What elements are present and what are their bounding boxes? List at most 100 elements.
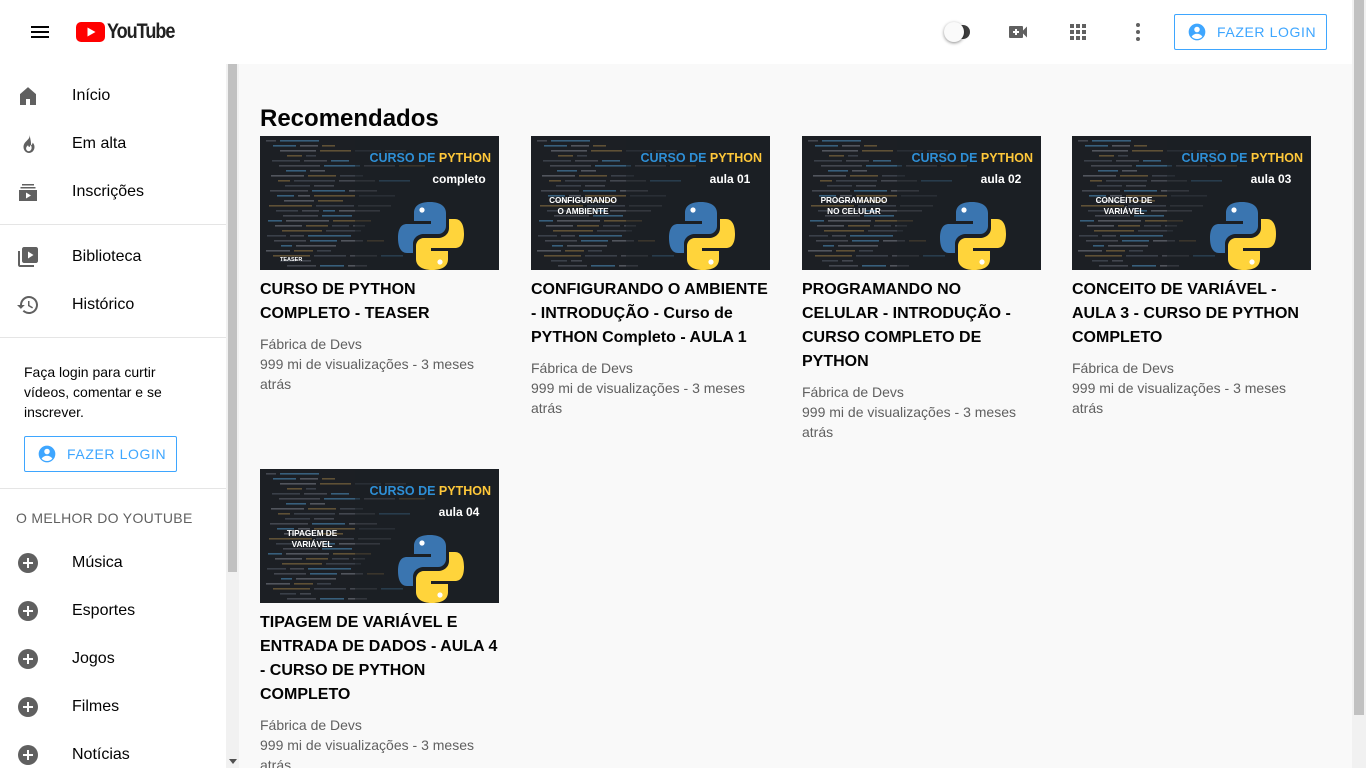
- code-line: [268, 553, 282, 555]
- video-thumbnail[interactable]: CURSO DE PYTHON aula 04 TIPAGEM DE VARIÁVEL: [260, 469, 499, 603]
- video-channel[interactable]: Fábrica de Devs: [531, 358, 770, 378]
- code-line: [816, 240, 848, 242]
- video-title[interactable]: CONFIGURANDO O AMBIENTE - INTRODUÇÃO - C…: [531, 278, 770, 350]
- code-line: [287, 155, 302, 157]
- video-thumbnail[interactable]: CURSO DE PYTHON aula 02 PROGRAMANDO NO CELU…: [802, 136, 1041, 270]
- code-line: [556, 185, 581, 187]
- add-circle-icon: [16, 599, 40, 623]
- thumbnail-subtitle-text: completo: [432, 172, 485, 186]
- sidebar: Início Em alta Inscrições Biblioteca His…: [0, 64, 226, 768]
- sidebar-item-label: Início: [72, 87, 111, 104]
- video-card[interactable]: CURSO DE PYTHON aula 04 TIPAGEM DE VARIÁVEL…: [260, 469, 499, 768]
- code-line: [322, 145, 335, 147]
- subscriptions-icon: [16, 180, 40, 204]
- sidebar-item-label: Jogos: [72, 650, 115, 667]
- video-card[interactable]: CURSO DE PYTHON aula 03 CONCEITO DE VARIÁVE…: [1072, 136, 1311, 418]
- sidebar-item-home[interactable]: Início: [0, 72, 226, 120]
- code-line: [273, 478, 296, 480]
- code-line: [537, 250, 561, 252]
- sidebar-scrollbar-thumb[interactable]: [228, 64, 237, 572]
- sidebar-item-label: Em alta: [72, 135, 127, 152]
- code-line: [300, 145, 318, 147]
- sidebar-item-games[interactable]: Jogos: [0, 635, 226, 683]
- code-line: [1136, 165, 1172, 167]
- code-line: [546, 225, 573, 227]
- code-line: [1124, 190, 1157, 192]
- sidebar-item-trending[interactable]: Em alta: [0, 120, 226, 168]
- page-scrollbar-thumb[interactable]: [1354, 0, 1364, 715]
- code-line: [558, 265, 587, 267]
- code-line: [294, 180, 335, 182]
- create-video-button[interactable]: [998, 12, 1038, 52]
- code-line: [561, 235, 575, 237]
- video-card[interactable]: CURSO DE PYTHON aula 02 PROGRAMANDO NO CELU…: [802, 136, 1041, 442]
- settings-menu-button[interactable]: [1118, 12, 1158, 52]
- code-line: [290, 568, 304, 570]
- sidebar-item-history[interactable]: Histórico: [0, 281, 226, 329]
- sidebar-item-movies[interactable]: Filmes: [0, 683, 226, 731]
- code-line: [838, 245, 878, 247]
- video-thumbnail[interactable]: CURSO DE PYTHON completo TEASER: [260, 136, 499, 270]
- code-line: [1093, 245, 1104, 247]
- video-channel[interactable]: Fábrica de Devs: [1072, 358, 1311, 378]
- video-title[interactable]: PROGRAMANDO NO CELULAR - INTRODUÇÃO - CU…: [802, 278, 1041, 374]
- menu-button[interactable]: [16, 8, 64, 56]
- scroll-down-arrow-icon[interactable]: [229, 759, 237, 764]
- code-line: [331, 493, 349, 495]
- code-line: [1143, 160, 1161, 162]
- code-line: [314, 195, 355, 197]
- sidebar-item-label: Filmes: [72, 698, 120, 715]
- code-line: [583, 190, 616, 192]
- youtube-logo[interactable]: YouTube: [76, 20, 185, 43]
- code-line: [591, 265, 615, 267]
- video-card[interactable]: CURSO DE PYTHON completo TEASER CURSO DE P…: [260, 136, 499, 394]
- video-meta: 999 mi de visualizações - 3 meses atrás: [531, 380, 745, 416]
- account-circle-icon: [1187, 22, 1207, 42]
- theme-toggle[interactable]: [944, 22, 970, 42]
- sidebar-item-news[interactable]: Notícias: [0, 731, 226, 768]
- sidebar-scrollbar[interactable]: [226, 64, 239, 768]
- page-scrollbar[interactable]: [1352, 0, 1366, 768]
- sidebar-item-subscriptions[interactable]: Inscrições: [0, 168, 226, 216]
- video-thumbnail[interactable]: CURSO DE PYTHON aula 03 CONCEITO DE VARIÁVE…: [1072, 136, 1311, 270]
- code-line: [282, 230, 322, 232]
- code-line: [294, 583, 313, 585]
- video-channel[interactable]: Fábrica de Devs: [260, 334, 499, 354]
- thumbnail-header-text: CURSO DE PYTHON: [640, 151, 762, 165]
- sidebar-item-sports[interactable]: Esportes: [0, 587, 226, 635]
- thumbnail-art: CURSO DE PYTHON aula 03 CONCEITO DEVARIÁVE…: [1072, 136, 1311, 270]
- video-channel[interactable]: Fábrica de Devs: [802, 382, 1041, 402]
- code-line: [314, 185, 334, 187]
- video-channel[interactable]: Fábrica de Devs: [260, 715, 499, 735]
- video-thumbnail[interactable]: CURSO DE PYTHON aula 01 CONFIGURANDO O AMBI…: [531, 136, 770, 270]
- code-line: [267, 568, 286, 570]
- sidebar-item-label: Música: [72, 554, 123, 571]
- video-card[interactable]: CURSO DE PYTHON aula 01 CONFIGURANDO O AMBI…: [531, 136, 770, 418]
- code-line: [1092, 140, 1131, 142]
- video-camera-plus-icon: [1009, 26, 1027, 38]
- sidebar-item-label: Notícias: [72, 746, 130, 763]
- code-line: [276, 210, 298, 212]
- sidebar-item-library[interactable]: Biblioteca: [0, 233, 226, 281]
- code-line: [850, 235, 893, 237]
- sidebar-item-music[interactable]: Música: [0, 539, 226, 587]
- login-button-sidebar[interactable]: FAZER LOGIN: [24, 436, 177, 472]
- code-line: [551, 150, 587, 152]
- code-line: [278, 513, 290, 515]
- video-title[interactable]: CONCEITO DE VARIÁVEL - AULA 3 - CURSO DE…: [1072, 278, 1311, 350]
- thumbnail-side-text: TIPAGEM DE: [287, 529, 338, 538]
- code-line: [314, 588, 346, 590]
- code-line: [828, 170, 848, 172]
- login-button-header[interactable]: FAZER LOGIN: [1174, 14, 1327, 50]
- video-title[interactable]: CURSO DE PYTHON COMPLETO - TEASER: [260, 278, 499, 326]
- code-line: [1120, 235, 1163, 237]
- code-line: [279, 165, 320, 167]
- video-title[interactable]: TIPAGEM DE VARIÁVEL E ENTRADA DE DADOS -…: [260, 611, 499, 707]
- code-line: [1126, 255, 1158, 257]
- code-line: [873, 160, 891, 162]
- apps-button[interactable]: [1058, 12, 1098, 52]
- code-line: [285, 185, 310, 187]
- video-meta: 999 mi de visualizações - 3 meses atrás: [260, 356, 474, 392]
- code-line: [1085, 255, 1122, 257]
- code-line: [539, 220, 553, 222]
